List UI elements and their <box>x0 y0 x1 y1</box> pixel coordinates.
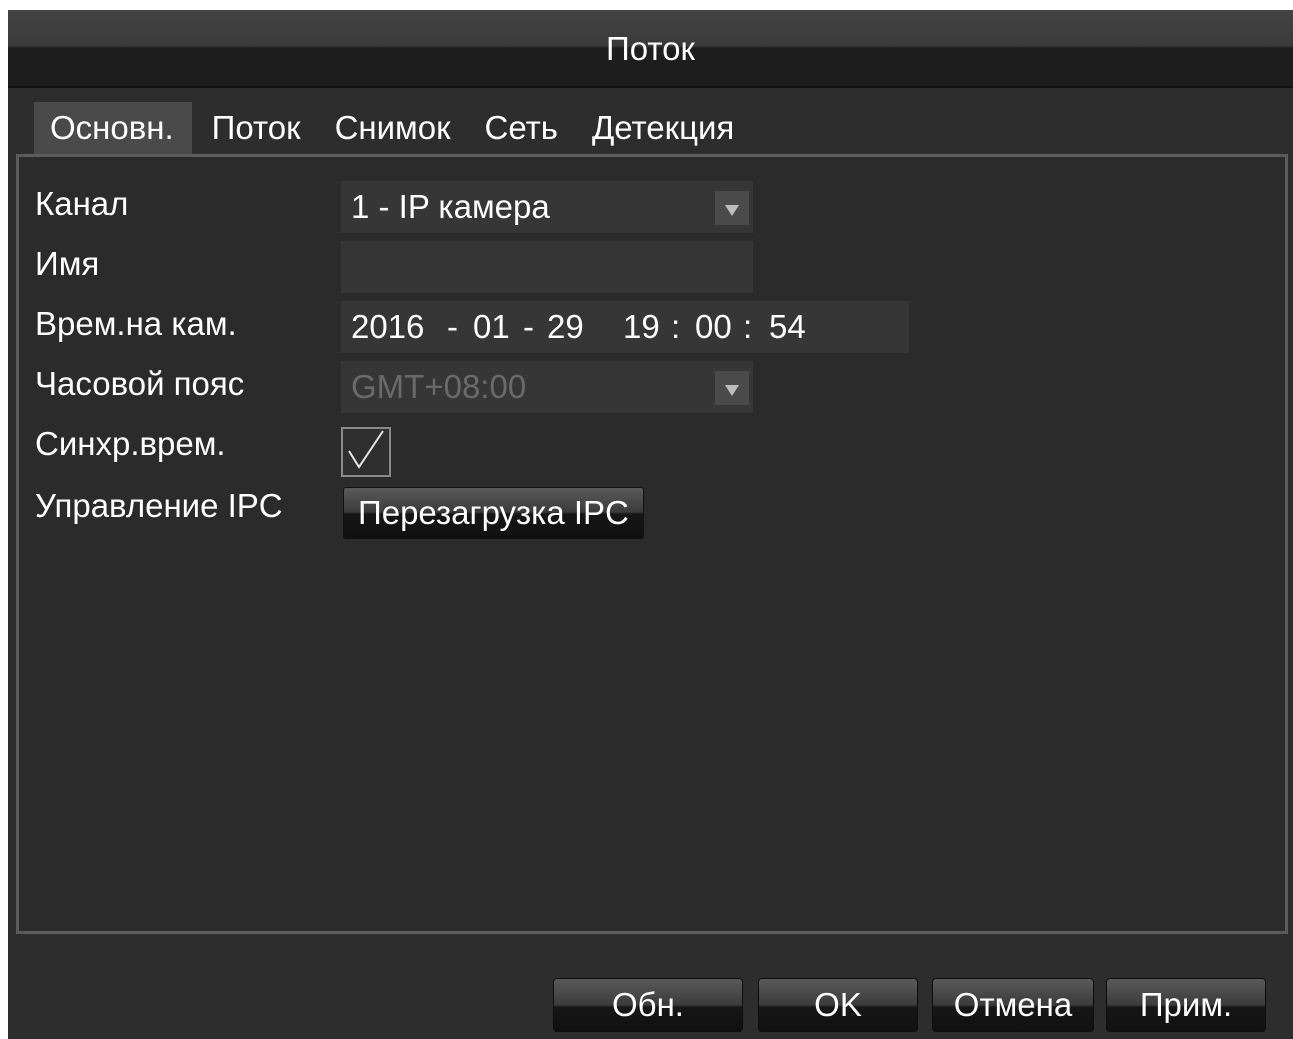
checkmark-icon <box>348 430 384 469</box>
date-separator: - <box>523 308 534 345</box>
channel-label: Канал <box>35 185 129 222</box>
ok-button[interactable]: OK <box>758 978 918 1032</box>
channel-value: 1 - IP камера <box>351 188 550 225</box>
ipc-control-label: Управление IPC <box>35 487 283 524</box>
timezone-value: GMT+08:00 <box>351 368 527 405</box>
sync-time-label: Синхр.врем. <box>35 425 226 462</box>
cancel-button[interactable]: Отмена <box>932 978 1094 1032</box>
time-separator: : <box>671 308 681 345</box>
timezone-select: GMT+08:00 <box>341 361 753 413</box>
tab-snapshot[interactable]: Снимок <box>319 102 469 154</box>
name-input[interactable] <box>341 241 753 293</box>
channel-select[interactable]: 1 - IP камера <box>341 181 753 233</box>
tab-detection[interactable]: Детекция <box>576 102 752 154</box>
chevron-down-icon <box>715 371 749 405</box>
name-row: Имя <box>35 241 935 295</box>
tab-basic[interactable]: Основн. <box>34 102 192 154</box>
minute-field[interactable]: 00 <box>695 301 732 353</box>
month-field[interactable]: 01 <box>473 301 510 353</box>
settings-panel: Канал 1 - IP камера Имя Врем.на кам. 201… <box>16 154 1288 934</box>
sync-time-row: Синхр.врем. <box>35 421 935 481</box>
tab-stream[interactable]: Поток <box>196 102 319 154</box>
channel-row: Канал 1 - IP камера <box>35 181 935 235</box>
tab-bar: Основн. Поток Снимок Сеть Детекция <box>34 102 752 154</box>
name-label: Имя <box>35 245 100 282</box>
date-separator: - <box>447 308 458 345</box>
timezone-row: Часовой пояс GMT+08:00 <box>35 361 935 415</box>
time-separator: : <box>743 308 753 345</box>
camera-time-row: Врем.на кам. 2016 - 01 - 29 19 : 00 : 54 <box>35 301 1035 355</box>
ipc-control-row: Управление IPC Перезагрузка IPC <box>35 487 935 543</box>
year-field[interactable]: 2016 <box>351 301 424 353</box>
sync-time-checkbox[interactable] <box>341 427 391 477</box>
tab-network[interactable]: Сеть <box>469 102 576 154</box>
stream-settings-dialog: Поток Основн. Поток Снимок Сеть Детекция… <box>8 10 1293 1039</box>
timezone-label: Часовой пояс <box>35 365 245 402</box>
day-field[interactable]: 29 <box>547 301 584 353</box>
reboot-ipc-button[interactable]: Перезагрузка IPC <box>343 487 644 539</box>
second-field[interactable]: 54 <box>769 301 806 353</box>
apply-button[interactable]: Прим. <box>1106 978 1266 1032</box>
hour-field[interactable]: 19 <box>623 301 660 353</box>
camera-time-field[interactable]: 2016 - 01 - 29 19 : 00 : 54 <box>341 301 909 353</box>
chevron-down-icon[interactable] <box>715 191 749 225</box>
refresh-button[interactable]: Обн. <box>553 978 743 1032</box>
camera-time-label: Врем.на кам. <box>35 305 237 342</box>
title-bar: Поток <box>8 10 1293 88</box>
dialog-title: Поток <box>606 30 695 67</box>
